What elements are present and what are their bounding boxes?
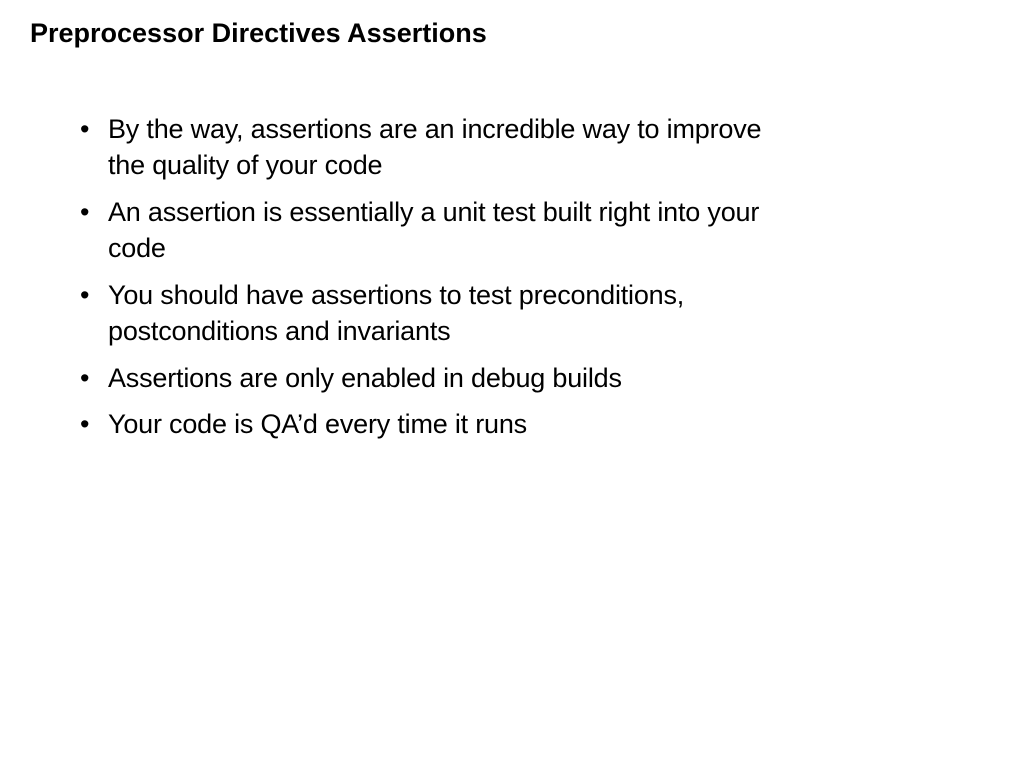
list-item: You should have assertions to test preco… [70, 277, 790, 350]
slide-body: By the way, assertions are an incredible… [30, 111, 994, 443]
list-item: By the way, assertions are an incredible… [70, 111, 790, 184]
list-item: Assertions are only enabled in debug bui… [70, 360, 790, 396]
list-item: Your code is QA’d every time it runs [70, 406, 790, 442]
bullet-list: By the way, assertions are an incredible… [70, 111, 790, 443]
slide-title: Preprocessor Directives Assertions [30, 18, 994, 49]
list-item: An assertion is essentially a unit test … [70, 194, 790, 267]
